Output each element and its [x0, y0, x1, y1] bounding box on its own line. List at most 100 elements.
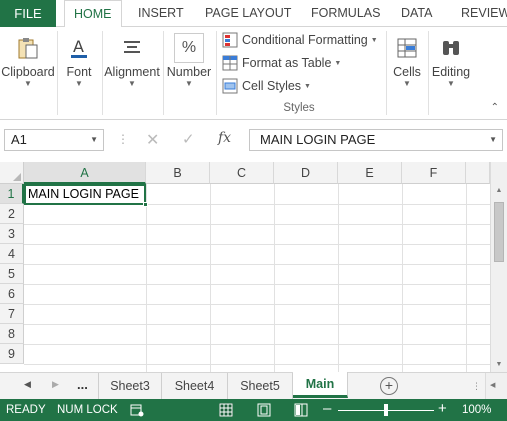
add-sheet-icon[interactable]: + — [380, 377, 398, 395]
cell-a1[interactable]: MAIN LOGIN PAGE — [24, 184, 146, 205]
binoculars-icon — [436, 33, 466, 63]
row-header-6[interactable]: 6 — [0, 284, 24, 304]
tab-file[interactable]: FILE — [0, 0, 56, 27]
zoom-slider-thumb[interactable] — [384, 404, 388, 416]
page-layout-view-icon[interactable] — [257, 403, 271, 417]
formula-input[interactable]: MAIN LOGIN PAGE ▼ — [249, 129, 503, 151]
column-header-e[interactable]: E — [338, 162, 402, 184]
alignment-button[interactable]: Alignment ▼ — [103, 27, 161, 120]
worksheet-grid[interactable]: A B C D E F 1 2 3 4 5 6 7 8 9 MAIN LOGIN… — [0, 162, 507, 372]
column-header-g[interactable] — [466, 162, 490, 184]
gridline — [24, 224, 490, 225]
format-as-table-button[interactable]: Format as Table ▼ — [222, 53, 341, 73]
collapse-ribbon-icon[interactable]: ⌃ — [491, 102, 499, 113]
row-header-3[interactable]: 3 — [0, 224, 24, 244]
tab-insert[interactable]: INSERT — [138, 0, 184, 27]
cancel-icon[interactable]: ✕ — [146, 130, 159, 150]
cell-styles-button[interactable]: Cell Styles ▼ — [222, 76, 311, 96]
conditional-formatting-label: Conditional Formatting — [242, 33, 368, 47]
formula-value: MAIN LOGIN PAGE — [260, 132, 376, 147]
row-header-8[interactable]: 8 — [0, 324, 24, 344]
gridline — [24, 344, 490, 345]
status-bar: READY NUM LOCK – + 100% — [0, 399, 507, 421]
scroll-left-icon[interactable]: ◀ — [490, 381, 495, 389]
editing-button[interactable]: Editing ▼ — [429, 27, 473, 120]
format-as-table-icon — [222, 55, 238, 71]
tab-split-handle-icon[interactable]: ⋮ — [472, 381, 481, 392]
tab-review[interactable]: REVIEW — [461, 0, 507, 27]
editing-label: Editing — [431, 65, 471, 79]
column-header-c[interactable]: C — [210, 162, 274, 184]
sheet-tab-main[interactable]: Main — [293, 372, 348, 398]
insert-function-icon[interactable]: fx — [218, 130, 231, 146]
tab-formulas[interactable]: FORMULAS — [311, 0, 380, 27]
zoom-level[interactable]: 100% — [462, 404, 491, 416]
scroll-tabs-right-icon[interactable]: ▶ — [52, 379, 59, 390]
chevron-down-icon[interactable]: ▼ — [90, 130, 98, 150]
percent-icon: % — [174, 33, 204, 63]
alignment-label: Alignment — [104, 65, 160, 79]
font-button[interactable]: A Font ▼ — [59, 27, 99, 120]
scroll-down-icon[interactable]: ▼ — [491, 358, 507, 372]
row-header-7[interactable]: 7 — [0, 304, 24, 324]
conditional-formatting-button[interactable]: Conditional Formatting ▼ — [222, 30, 378, 50]
gridline — [24, 304, 490, 305]
scroll-thumb[interactable] — [494, 202, 504, 262]
row-header-1[interactable]: 1 — [0, 184, 24, 204]
sheet-tab-sheet5[interactable]: Sheet5 — [228, 373, 293, 399]
formula-bar-grip-icon[interactable]: ⋮ — [117, 132, 129, 146]
gridline — [24, 364, 490, 365]
row-header-9[interactable]: 9 — [0, 344, 24, 364]
clipboard-label: Clipboard — [1, 65, 55, 79]
tab-home[interactable]: HOME — [64, 0, 122, 28]
scroll-up-icon[interactable]: ▲ — [491, 184, 507, 198]
cell-styles-icon — [222, 78, 238, 94]
chevron-down-icon: ▼ — [24, 79, 32, 88]
cells-icon — [392, 33, 422, 63]
macro-record-icon[interactable] — [130, 403, 144, 417]
chevron-down-icon: ▼ — [75, 79, 83, 88]
chevron-down-icon: ▼ — [370, 36, 378, 44]
styles-group: Conditional Formatting ▼ Format as Table… — [214, 27, 384, 120]
number-button[interactable]: % Number ▼ — [164, 27, 214, 120]
column-header-b[interactable]: B — [146, 162, 210, 184]
row-header-5[interactable]: 5 — [0, 264, 24, 284]
vertical-scrollbar[interactable]: ▲ ▼ — [490, 162, 507, 372]
page-break-preview-icon[interactable] — [294, 403, 308, 417]
styles-group-label: Styles — [283, 102, 315, 114]
horizontal-scrollbar[interactable]: ◀ — [485, 373, 507, 399]
number-label: Number — [166, 65, 212, 79]
zoom-out-button[interactable]: – — [323, 400, 331, 417]
cells-button[interactable]: Cells ▼ — [388, 27, 426, 120]
more-sheets-button[interactable]: ... — [77, 377, 88, 392]
normal-view-icon[interactable] — [219, 403, 233, 417]
font-color-icon: A — [64, 33, 94, 63]
clipboard-button[interactable]: Clipboard ▼ — [0, 27, 56, 120]
column-header-f[interactable]: F — [402, 162, 466, 184]
sheet-tab-sheet4[interactable]: Sheet4 — [162, 373, 228, 399]
row-header-2[interactable]: 2 — [0, 204, 24, 224]
zoom-in-button[interactable]: + — [438, 400, 447, 417]
font-label: Font — [66, 65, 92, 79]
column-header-a[interactable]: A — [24, 162, 146, 184]
status-num-lock: NUM LOCK — [57, 404, 118, 416]
chevron-down-icon: ▼ — [447, 79, 455, 88]
scroll-tabs-left-icon[interactable]: ◀ — [24, 379, 31, 390]
gridline — [24, 284, 490, 285]
gridline — [24, 264, 490, 265]
format-as-table-label: Format as Table — [242, 56, 332, 70]
sheet-tab-sheet3[interactable]: Sheet3 — [98, 373, 162, 399]
ribbon-divider — [57, 31, 58, 115]
fill-handle[interactable] — [143, 202, 148, 207]
svg-text:A: A — [73, 37, 84, 56]
chevron-down-icon[interactable]: ▼ — [489, 130, 497, 150]
tab-data[interactable]: DATA — [401, 0, 432, 27]
row-header-4[interactable]: 4 — [0, 244, 24, 264]
name-box[interactable]: A1 ▼ — [4, 129, 104, 151]
select-all-corner[interactable] — [0, 162, 24, 184]
enter-icon[interactable]: ✓ — [182, 130, 195, 148]
align-center-icon — [117, 33, 147, 63]
column-header-d[interactable]: D — [274, 162, 338, 184]
ribbon: Clipboard ▼ A Font ▼ Alignment ▼ % Numbe… — [0, 27, 507, 120]
tab-page-layout[interactable]: PAGE LAYOUT — [205, 0, 291, 27]
